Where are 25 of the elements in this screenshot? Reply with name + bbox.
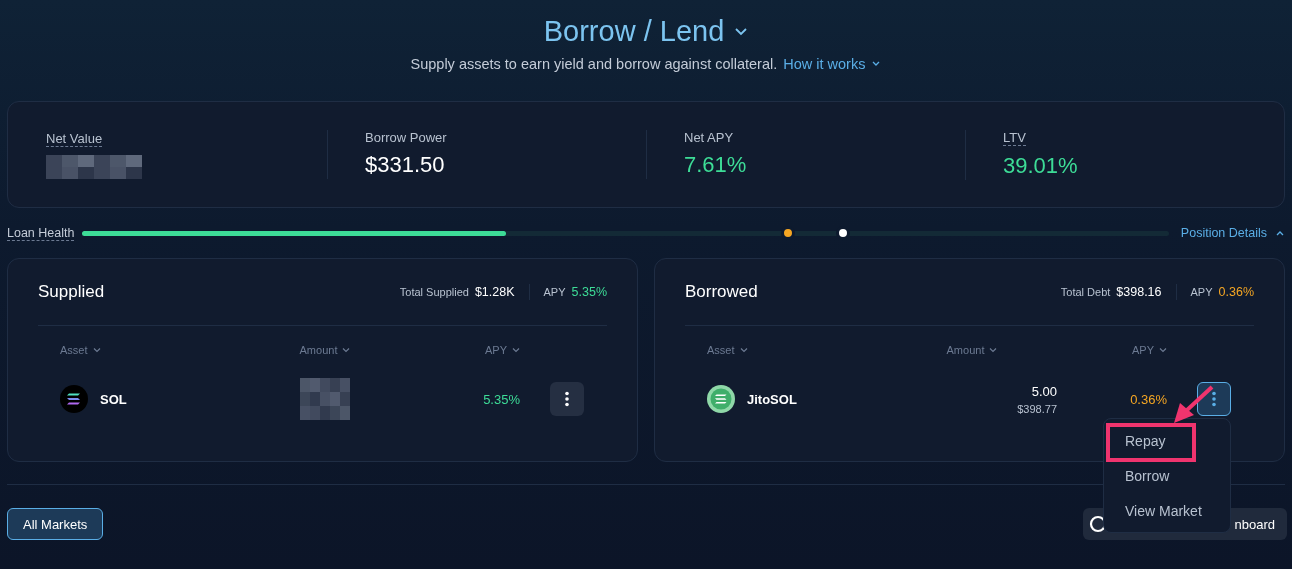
panel-title: Borrowed [685, 282, 758, 302]
stat-value: 7.61% [684, 151, 748, 179]
stat-label: Net Value [46, 130, 103, 147]
stat-value: $331.50 [365, 151, 446, 179]
stat-label: Borrow Power [365, 130, 447, 145]
asset-name: SOL [100, 391, 127, 407]
stat-label: Net APY [684, 130, 734, 145]
apy-label: APY [1190, 286, 1213, 298]
total-label: Total Supplied [399, 286, 469, 298]
stat-label: LTV [1003, 129, 1026, 146]
stat-value: 39.01% [1003, 151, 1079, 180]
loan-health-label: Loan Health [7, 225, 75, 241]
apy-value: 0.36% [1218, 285, 1254, 299]
apy-value: 0.36% [1130, 391, 1167, 407]
amount-value: 5.00 [1031, 383, 1057, 399]
subtitle: Supply assets to earn yield and borrow against collateral. [410, 56, 778, 72]
total-value: $1.28K [474, 285, 515, 299]
total-label: Total Debt [1060, 286, 1111, 298]
total-value: $398.16 [1116, 285, 1162, 299]
apy-value: 5.35% [483, 391, 520, 407]
amount-usd: $398.77 [1017, 402, 1057, 415]
asset-name: JitoSOL [747, 391, 797, 407]
apy-value: 5.35% [571, 285, 607, 299]
panel-title: Supplied [38, 282, 105, 302]
apy-label: APY [543, 286, 566, 298]
